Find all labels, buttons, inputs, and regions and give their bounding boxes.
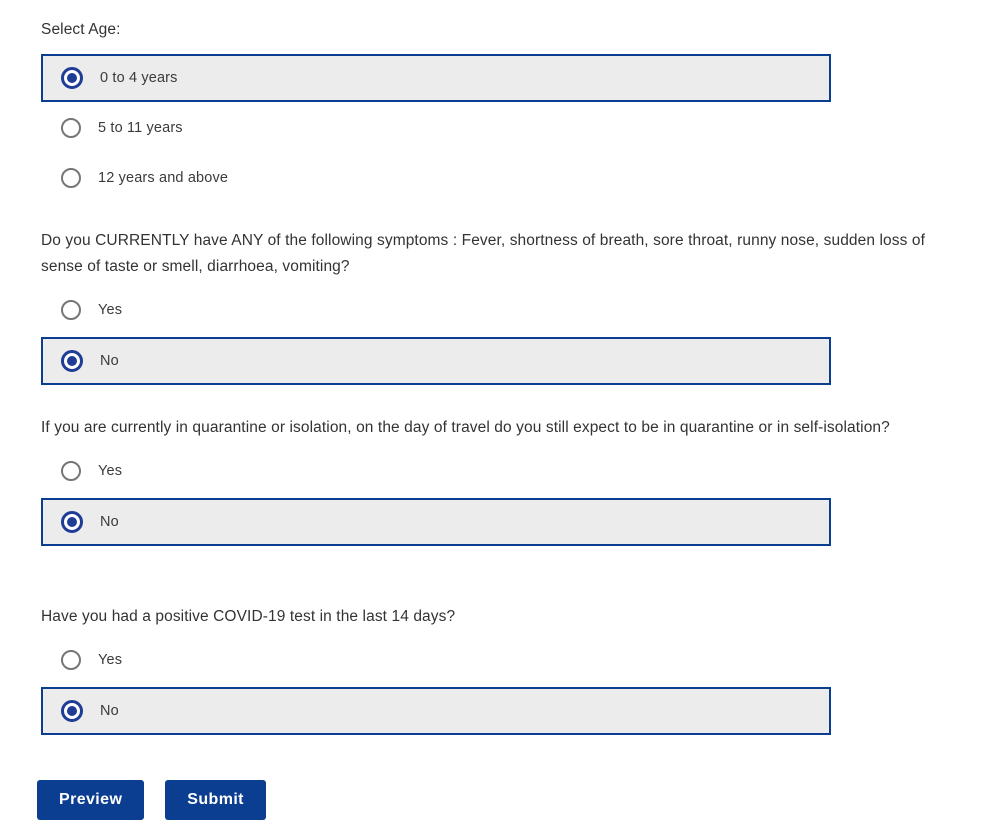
radio-option-covid-test-no[interactable]: No: [41, 687, 831, 735]
radio-option-quarantine-no[interactable]: No: [41, 498, 831, 546]
radio-option-covid-test-yes[interactable]: Yes: [41, 642, 941, 678]
covid-declaration-form: Select Age: 0 to 4 years 5 to 11 years 1…: [0, 0, 984, 831]
form-actions: Preview Submit: [37, 780, 266, 820]
question-block-symptoms: Do you CURRENTLY have ANY of the followi…: [41, 228, 941, 385]
radio-option-label: No: [100, 353, 119, 369]
radio-option-label: Yes: [98, 652, 123, 668]
radio-option-symptoms-no[interactable]: No: [41, 337, 831, 385]
radio-unselected-icon[interactable]: [61, 168, 81, 188]
radio-option-label: No: [100, 514, 119, 530]
question-block-quarantine: If you are currently in quarantine or is…: [41, 415, 941, 546]
question-label-covid-test: Have you had a positive COVID-19 test in…: [41, 608, 456, 625]
radio-selected-icon[interactable]: [61, 700, 83, 722]
radio-option-age-12-and-above[interactable]: 12 years and above: [41, 160, 941, 196]
radio-selected-icon[interactable]: [61, 350, 83, 372]
radio-option-label: 5 to 11 years: [98, 120, 183, 136]
radio-unselected-icon[interactable]: [61, 650, 81, 670]
radio-option-label: 12 years and above: [98, 170, 229, 186]
radio-selected-icon[interactable]: [61, 511, 83, 533]
question-block-age: Select Age: 0 to 4 years 5 to 11 years 1…: [41, 17, 941, 196]
radio-group-covid-test: Yes No: [41, 642, 941, 735]
radio-option-label: 0 to 4 years: [100, 70, 178, 86]
preview-button[interactable]: Preview: [37, 780, 145, 820]
radio-group-age: 0 to 4 years 5 to 11 years 12 years and …: [41, 54, 941, 196]
radio-option-label: Yes: [98, 463, 123, 479]
question-label-age: Select Age:: [41, 21, 121, 38]
radio-option-quarantine-yes[interactable]: Yes: [41, 453, 941, 489]
radio-unselected-icon[interactable]: [61, 300, 81, 320]
question-label-quarantine: If you are currently in quarantine or is…: [41, 419, 890, 436]
radio-selected-icon[interactable]: [61, 67, 83, 89]
radio-group-symptoms: Yes No: [41, 292, 941, 385]
question-label-symptoms: Do you CURRENTLY have ANY of the followi…: [41, 232, 925, 275]
radio-unselected-icon[interactable]: [61, 118, 81, 138]
radio-option-label: Yes: [98, 302, 123, 318]
submit-button[interactable]: Submit: [165, 780, 266, 820]
question-block-covid-test: Have you had a positive COVID-19 test in…: [41, 604, 941, 735]
radio-group-quarantine: Yes No: [41, 453, 941, 546]
radio-option-age-0-to-4[interactable]: 0 to 4 years: [41, 54, 831, 102]
radio-unselected-icon[interactable]: [61, 461, 81, 481]
radio-option-label: No: [100, 703, 119, 719]
radio-option-symptoms-yes[interactable]: Yes: [41, 292, 941, 328]
radio-option-age-5-to-11[interactable]: 5 to 11 years: [41, 110, 941, 146]
